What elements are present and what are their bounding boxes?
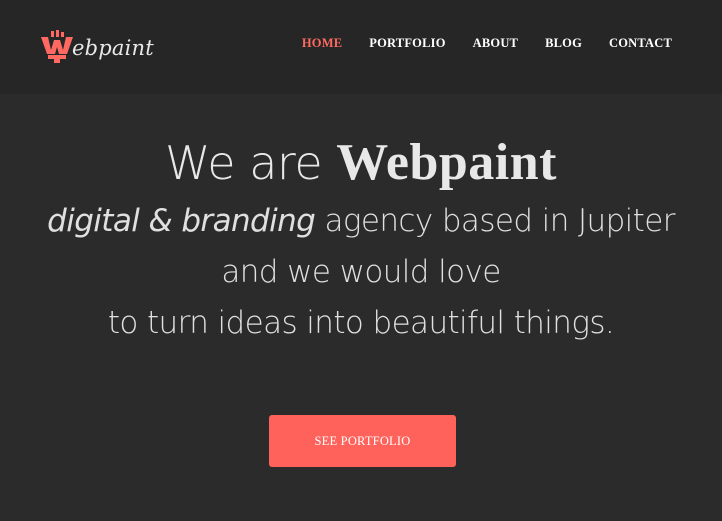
nav-item-portfolio[interactable]: PORTFOLIO: [369, 36, 445, 51]
hero-headline: We are Webpaint: [0, 134, 722, 192]
nav-item-home[interactable]: HOME: [302, 36, 342, 51]
logo-wordmark: ebpaint: [72, 35, 154, 60]
headline-brand: Webpaint: [336, 134, 557, 191]
site-header: ebpaint HOME PORTFOLIO ABOUT BLOG CONTAC…: [0, 0, 722, 94]
paintbrush-w-icon: [41, 30, 73, 63]
main-nav: HOME PORTFOLIO ABOUT BLOG CONTACT: [275, 36, 672, 51]
hero-tagline: digital & branding agency based in Jupit…: [0, 196, 722, 349]
tagline-italic: digital & branding: [47, 203, 316, 239]
see-portfolio-button[interactable]: SEE PORTFOLIO: [269, 415, 456, 467]
tagline-line2: and we would love: [221, 254, 501, 290]
tagline-line1-rest: agency based in Jupiter: [315, 203, 675, 239]
nav-item-blog[interactable]: BLOG: [545, 36, 582, 51]
headline-prefix: We are: [165, 136, 337, 190]
nav-item-contact[interactable]: CONTACT: [609, 36, 672, 51]
hero-section: We are Webpaint digital & branding agenc…: [0, 94, 722, 349]
logo[interactable]: ebpaint: [40, 30, 154, 64]
tagline-line3: to turn ideas into beautiful things.: [107, 305, 615, 341]
nav-item-about[interactable]: ABOUT: [473, 36, 518, 51]
